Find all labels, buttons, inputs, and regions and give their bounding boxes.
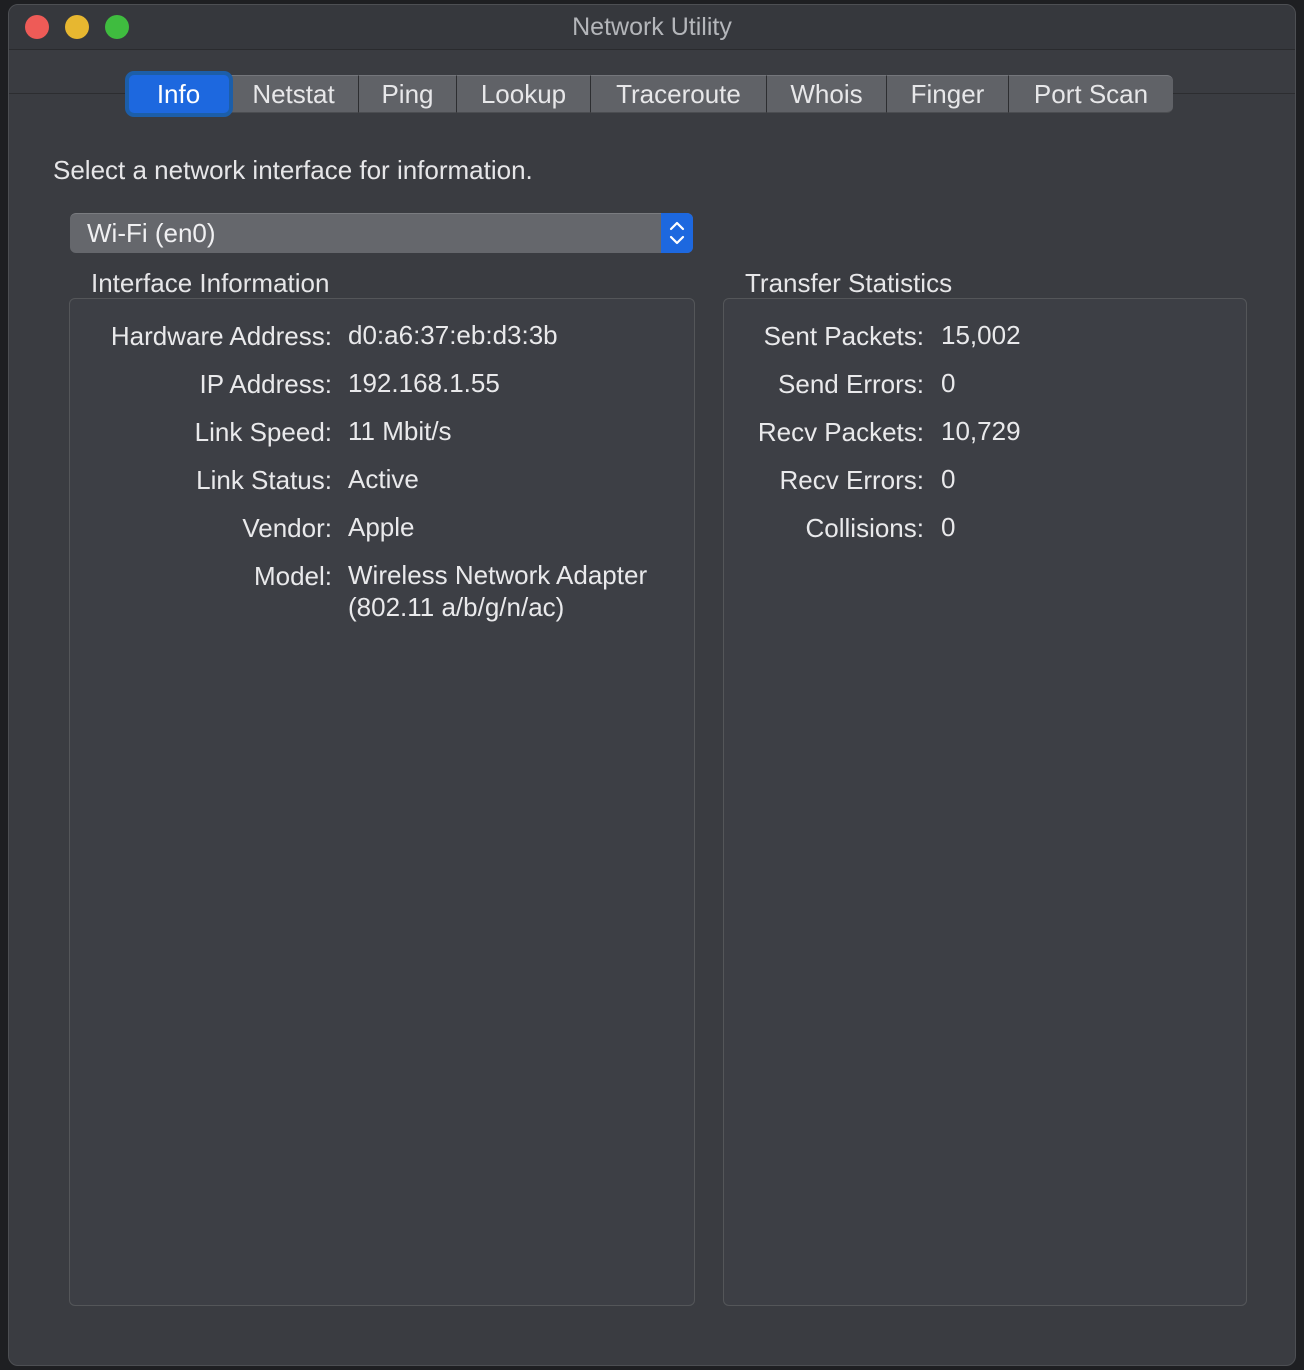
interface-information-panel: Hardware Address: d0:a6:37:eb:d3:3b IP A…	[69, 298, 695, 1306]
info-row-key: Vendor:	[242, 513, 332, 543]
interface-information-title: Interface Information	[91, 268, 330, 298]
stat-row-key: Collisions:	[805, 513, 925, 543]
transfer-statistics-title: Transfer Statistics	[745, 268, 953, 298]
tab-bar: Info Netstat Ping Lookup Traceroute Whoi…	[129, 73, 1173, 113]
network-utility-window: Network Utility Info Netstat Ping Lookup…	[8, 4, 1296, 1366]
info-row-value: d0:a6:37:eb:d3:3b	[348, 320, 558, 350]
tab-info[interactable]: Info	[129, 75, 229, 113]
info-row-value: 11 Mbit/s	[348, 416, 452, 446]
tab-finger[interactable]: Finger	[887, 75, 1009, 113]
stat-row-value: 15,002	[941, 320, 1021, 350]
title-bar: Network Utility	[9, 5, 1295, 50]
stat-row-key: Recv Errors:	[779, 465, 924, 495]
info-row-value-continued: (802.11 a/b/g/n/ac)	[348, 592, 565, 622]
stat-row-key: Sent Packets:	[763, 321, 924, 351]
stat-row-value: 10,729	[941, 416, 1021, 446]
interface-select-value: Wi-Fi (en0)	[87, 218, 216, 248]
info-row-key: IP Address:	[199, 369, 333, 399]
info-row-value: Apple	[348, 512, 415, 542]
stat-row-value: 0	[941, 368, 956, 398]
info-row-value: Wireless Network Adapter	[348, 560, 648, 590]
info-row-key: Link Speed:	[194, 417, 332, 447]
tab-whois[interactable]: Whois	[767, 75, 887, 113]
tab-netstat[interactable]: Netstat	[229, 75, 359, 113]
info-row-key: Hardware Address:	[110, 321, 332, 351]
interface-select[interactable]: Wi-Fi (en0)	[70, 213, 693, 253]
tab-lookup[interactable]: Lookup	[457, 75, 591, 113]
transfer-statistics-panel: Sent Packets: 15,002 Send Errors: 0 Recv…	[723, 298, 1247, 1306]
tab-port-scan[interactable]: Port Scan	[1009, 75, 1173, 113]
tab-traceroute[interactable]: Traceroute	[591, 75, 767, 113]
info-row-key: Link Status:	[196, 465, 332, 495]
info-row-key: Model:	[253, 561, 332, 591]
stat-row-value: 0	[941, 464, 956, 494]
stat-row-key: Send Errors:	[778, 369, 924, 399]
tab-ping[interactable]: Ping	[359, 75, 457, 113]
interface-prompt: Select a network interface for informati…	[53, 155, 533, 185]
window-title: Network Utility	[572, 13, 732, 41]
info-row-value: Active	[348, 464, 419, 494]
stat-row-key: Recv Packets:	[757, 417, 924, 447]
stat-row-value: 0	[941, 512, 956, 542]
select-stepper-icon[interactable]	[661, 213, 693, 253]
info-row-value: 192.168.1.55	[348, 368, 500, 398]
